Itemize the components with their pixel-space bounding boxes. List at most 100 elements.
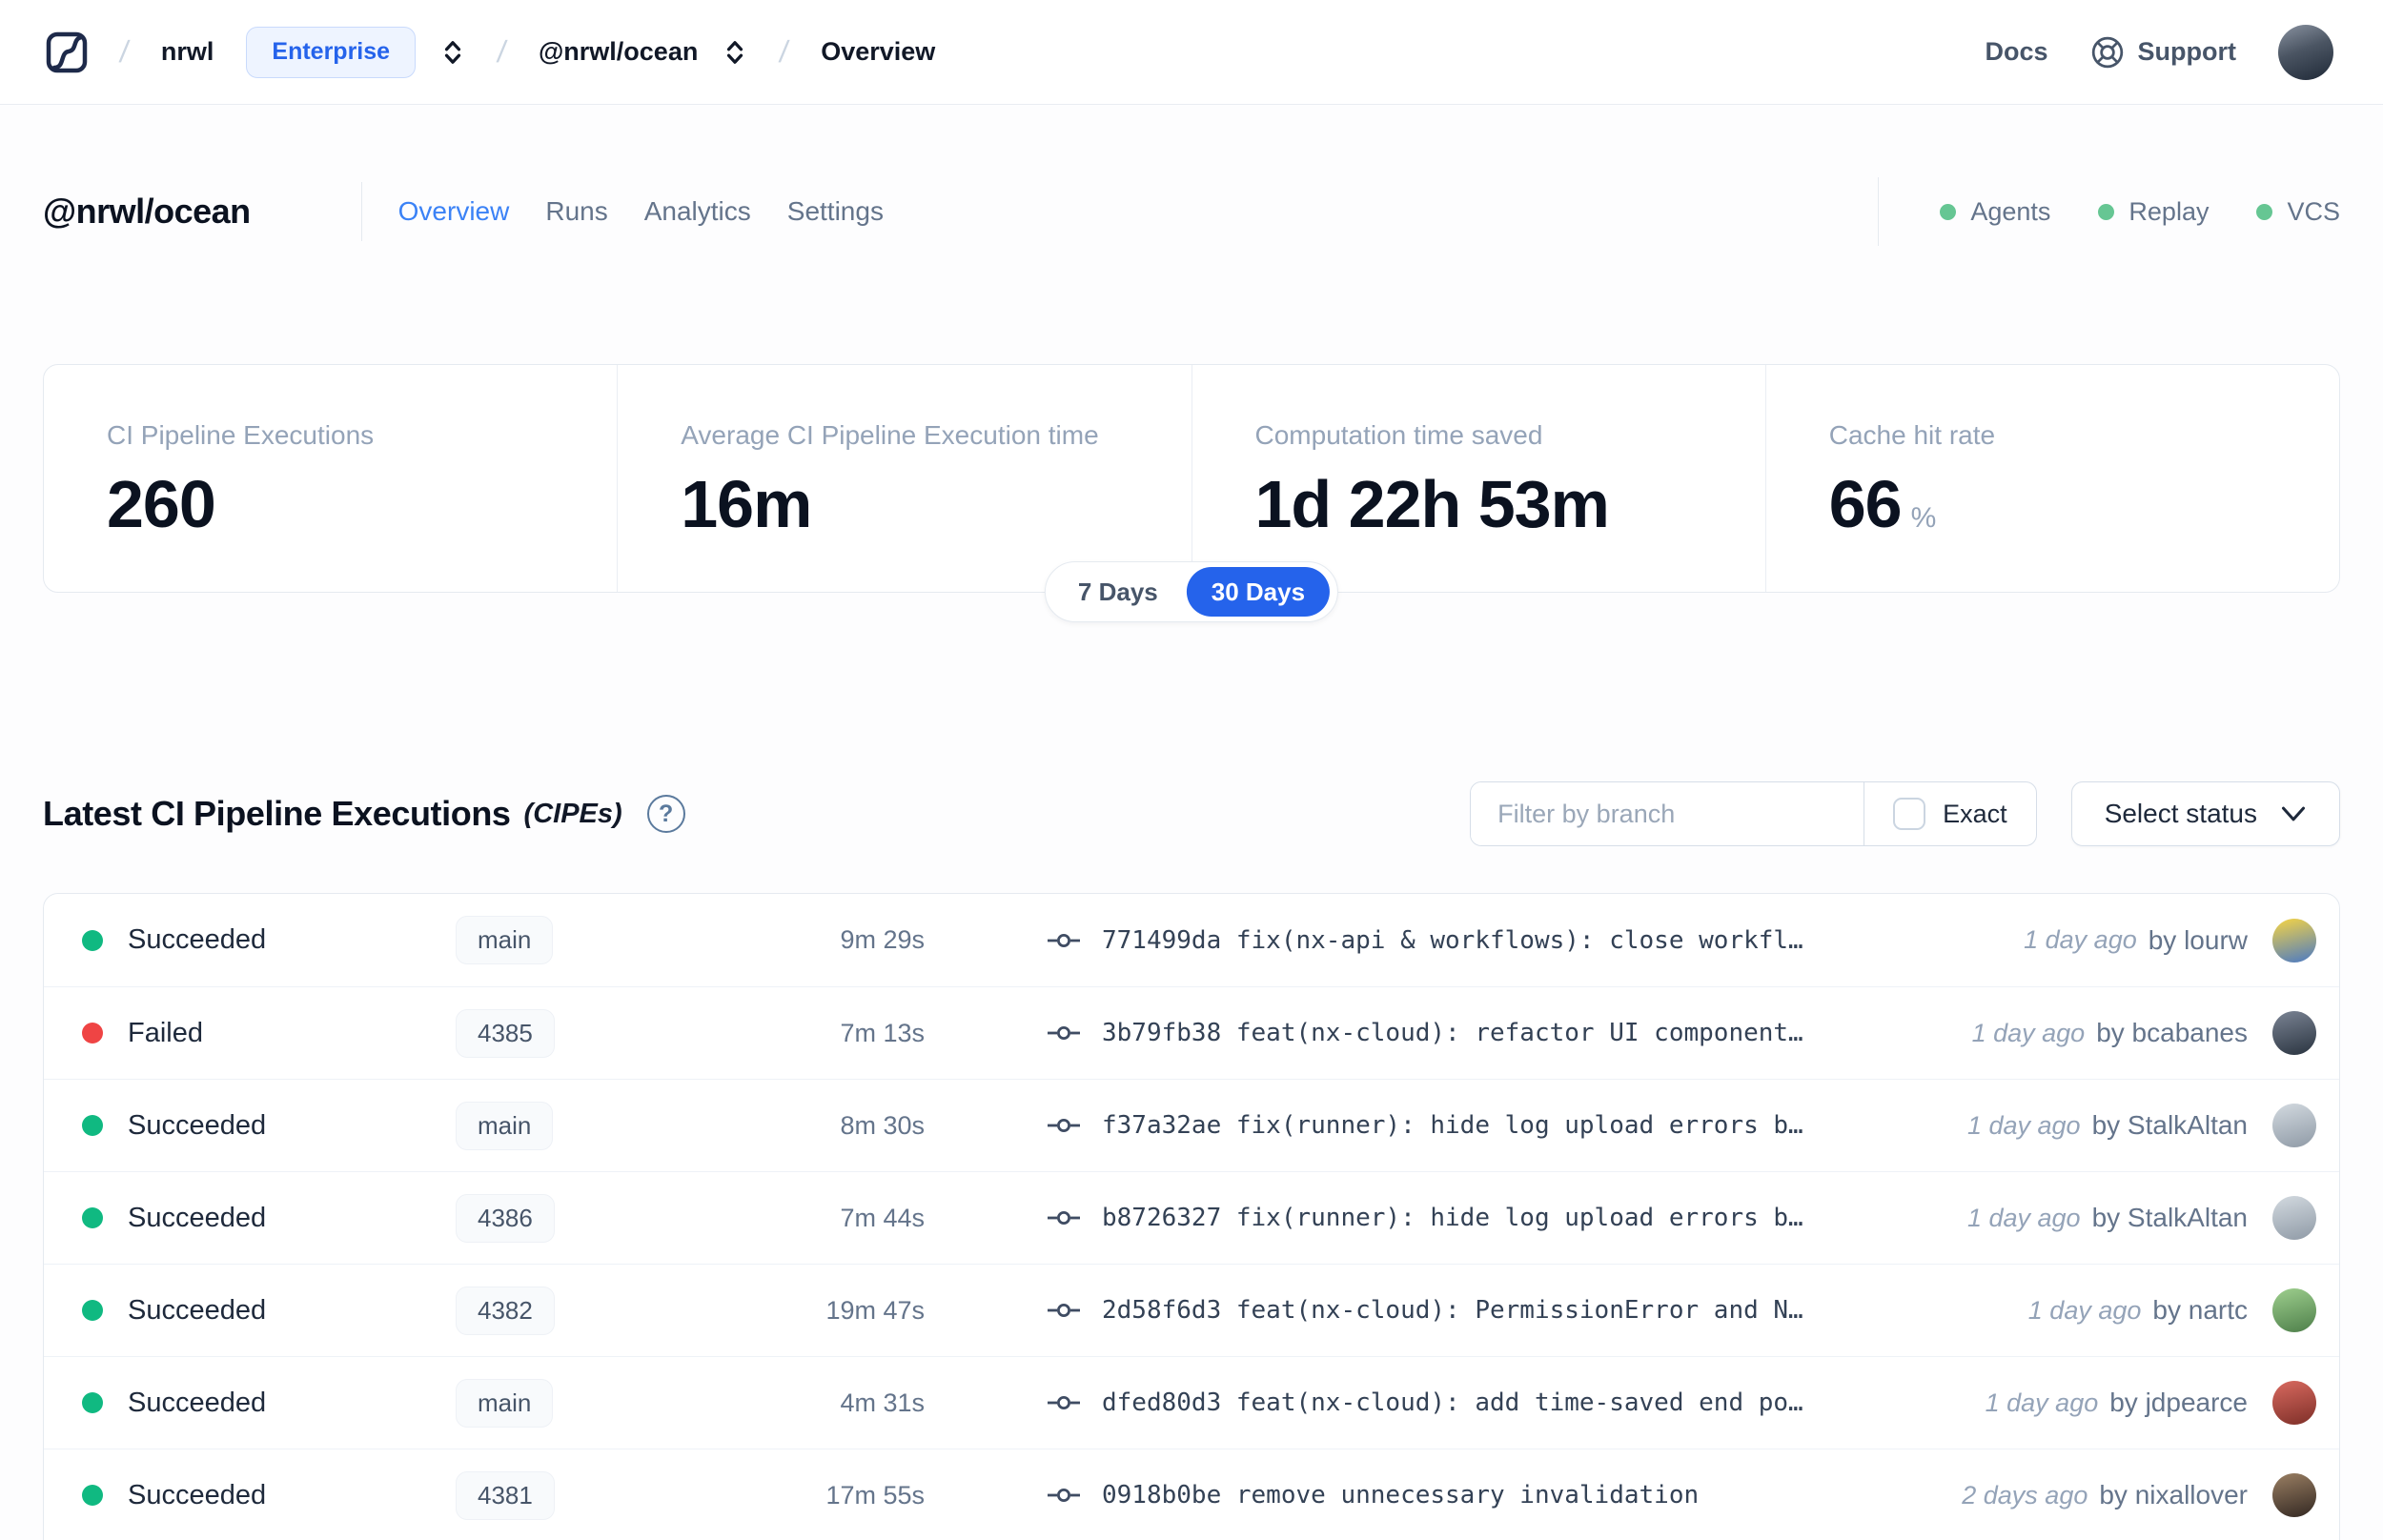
stat-value: 66% — [1828, 467, 1937, 541]
user-avatar[interactable] — [2278, 24, 2333, 80]
status-dot — [82, 1207, 103, 1228]
author-avatar — [2272, 1473, 2316, 1517]
table-row[interactable]: Succeeded main 9m 29s 771499da fix(nx-api &… — [44, 894, 2339, 986]
status-select-label: Select status — [2104, 799, 2257, 828]
status-label: Succeeded — [128, 1387, 267, 1418]
author-avatar — [2272, 1011, 2316, 1055]
time-ago-label: 1 day ago — [1971, 1018, 2086, 1047]
toggle-option-7-days[interactable]: 7 Days — [1053, 567, 1183, 617]
status-label: Succeeded — [128, 924, 267, 955]
status-cell: Succeeded — [82, 1480, 456, 1511]
support-link[interactable]: Support — [2090, 35, 2236, 70]
stats-cards: CI Pipeline Executions 260 Average CI Pipe… — [43, 364, 2340, 622]
stat-card: Average CI Pipeline Execution time 16m — [617, 365, 1191, 592]
branch-cell: 4382 — [456, 1286, 696, 1335]
duration-label: 8m 30s — [840, 1110, 925, 1140]
breadcrumb-separator: / — [777, 34, 791, 69]
git-commit-icon — [1047, 1300, 1081, 1321]
indicator-replay[interactable]: Replay — [2098, 197, 2209, 227]
duration-label: 9m 29s — [840, 925, 925, 954]
status-label: Succeeded — [128, 1479, 267, 1510]
tab-analytics[interactable]: Analytics — [644, 196, 751, 227]
tab-runs[interactable]: Runs — [545, 196, 607, 227]
workspace-selector-icon[interactable] — [723, 39, 747, 66]
time-ago-label: 1 day ago — [1985, 1388, 2099, 1417]
stat-card: Computation time saved 1d 22h 53m — [1191, 365, 1765, 592]
meta-cell: 1 day ago by jdpearce — [1986, 1381, 2316, 1425]
time-ago-label: 2 days ago — [1962, 1480, 2088, 1510]
author-label: by StalkAltan — [2091, 1203, 2248, 1232]
commit-message: dfed80d3 feat(nx-cloud): add time-saved … — [1102, 1388, 1803, 1417]
divider — [360, 182, 362, 241]
workspace-name[interactable]: @nrwl/ocean — [539, 37, 698, 67]
table-row[interactable]: Failed 4385 7m 13s 3b79fb38 feat(nx-cloud):… — [44, 986, 2339, 1079]
status-dot — [82, 929, 103, 951]
commit-cell: 3b79fb38 feat(nx-cloud): refactor UI com… — [1047, 1019, 1934, 1047]
status-dot — [82, 1023, 103, 1044]
indicator-vcs[interactable]: VCS — [2256, 197, 2340, 227]
support-label: Support — [2137, 37, 2236, 66]
commit-message: 771499da fix(nx-api & workflows): close … — [1102, 925, 1803, 955]
status-cell: Succeeded — [82, 1388, 456, 1419]
green-dot-icon — [1940, 203, 1957, 220]
toggle-option-30-days[interactable]: 30 Days — [1186, 567, 1331, 617]
author-label: by nixallover — [2099, 1480, 2248, 1510]
status-label: Succeeded — [128, 1202, 267, 1233]
help-icon[interactable]: ? — [646, 795, 685, 833]
table-row[interactable]: Succeeded main 8m 30s f37a32ae fix(runner):… — [44, 1079, 2339, 1171]
time-ago-label: 1 day ago — [2024, 925, 2137, 954]
status-select-button[interactable]: Select status — [2070, 781, 2340, 846]
meta-cell: 1 day ago by StalkAltan — [1967, 1104, 2316, 1147]
nx-cloud-logo-icon[interactable] — [46, 31, 88, 73]
branch-cell: 4385 — [456, 1008, 696, 1058]
branch-badge: 4386 — [456, 1193, 555, 1243]
indicator-label: Agents — [1970, 196, 2051, 226]
branch-badge: 4381 — [456, 1470, 555, 1520]
status-label: Succeeded — [128, 1294, 267, 1326]
duration-label: 7m 13s — [840, 1018, 925, 1047]
branch-filter-input[interactable] — [1471, 782, 1864, 845]
exact-checkbox[interactable] — [1893, 798, 1926, 830]
branch-badge: 4385 — [456, 1008, 555, 1058]
tab-settings[interactable]: Settings — [787, 196, 884, 227]
workspace-tabs: Overview Runs Analytics Settings — [398, 196, 884, 227]
indicator-label: Replay — [2128, 196, 2210, 226]
branch-badge: main — [456, 916, 554, 964]
git-commit-icon — [1047, 1023, 1081, 1044]
indicator-agents[interactable]: Agents — [1940, 197, 2050, 227]
table-row[interactable]: Succeeded 4386 7m 44s b8726327 fix(runner):… — [44, 1171, 2339, 1264]
page-title: @nrwl/ocean — [43, 192, 251, 231]
stat-label: Computation time saved — [1254, 420, 1543, 450]
branch-cell: main — [456, 1101, 696, 1150]
exact-label[interactable]: Exact — [1943, 800, 2007, 829]
lifebuoy-icon — [2091, 36, 2123, 68]
org-name[interactable]: nrwl — [161, 37, 214, 67]
chevron-down-icon — [2281, 806, 2306, 821]
table-row[interactable]: Succeeded main 4m 31s dfed80d3 feat(nx-clou… — [44, 1356, 2339, 1449]
org-selector-icon[interactable] — [440, 39, 465, 66]
stat-value: 1d 22h 53m — [1254, 467, 1610, 541]
duration-label: 7m 44s — [840, 1203, 925, 1232]
docs-link[interactable]: Docs — [1985, 37, 2047, 67]
meta-cell: 1 day ago by StalkAltan — [1967, 1196, 2316, 1240]
cipes-section-header: Latest CI Pipeline Executions (CIPEs) ? … — [43, 781, 2340, 846]
author-avatar — [2272, 918, 2316, 962]
table-row[interactable]: Succeeded 4381 17m 55s 0918b0be remove unne… — [44, 1449, 2339, 1540]
author-avatar — [2272, 1288, 2316, 1332]
tab-overview[interactable]: Overview — [398, 196, 510, 227]
stat-card: CI Pipeline Executions 260 — [44, 365, 617, 592]
commit-message: 0918b0be remove unnecessary invalidation — [1102, 1481, 1700, 1510]
breadcrumb: / nrwl Enterprise / @nrwl/ocean / Overvi… — [46, 26, 935, 78]
git-commit-icon — [1047, 1115, 1081, 1136]
branch-cell: 4386 — [456, 1193, 696, 1243]
branch-badge: 4382 — [456, 1286, 555, 1335]
stat-label: CI Pipeline Executions — [107, 420, 375, 450]
status-dot — [82, 1115, 103, 1136]
status-cell: Succeeded — [82, 924, 456, 956]
time-ago-label: 1 day ago — [1966, 1203, 2081, 1232]
breadcrumb-separator: / — [495, 34, 509, 69]
table-row[interactable]: Succeeded 4382 19m 47s 2d58f6d3 feat(nx-clo… — [44, 1264, 2339, 1356]
commit-cell: 2d58f6d3 feat(nx-cloud): PermissionError… — [1047, 1296, 1990, 1325]
green-dot-icon — [2098, 203, 2115, 220]
breadcrumb-separator: / — [117, 34, 132, 69]
